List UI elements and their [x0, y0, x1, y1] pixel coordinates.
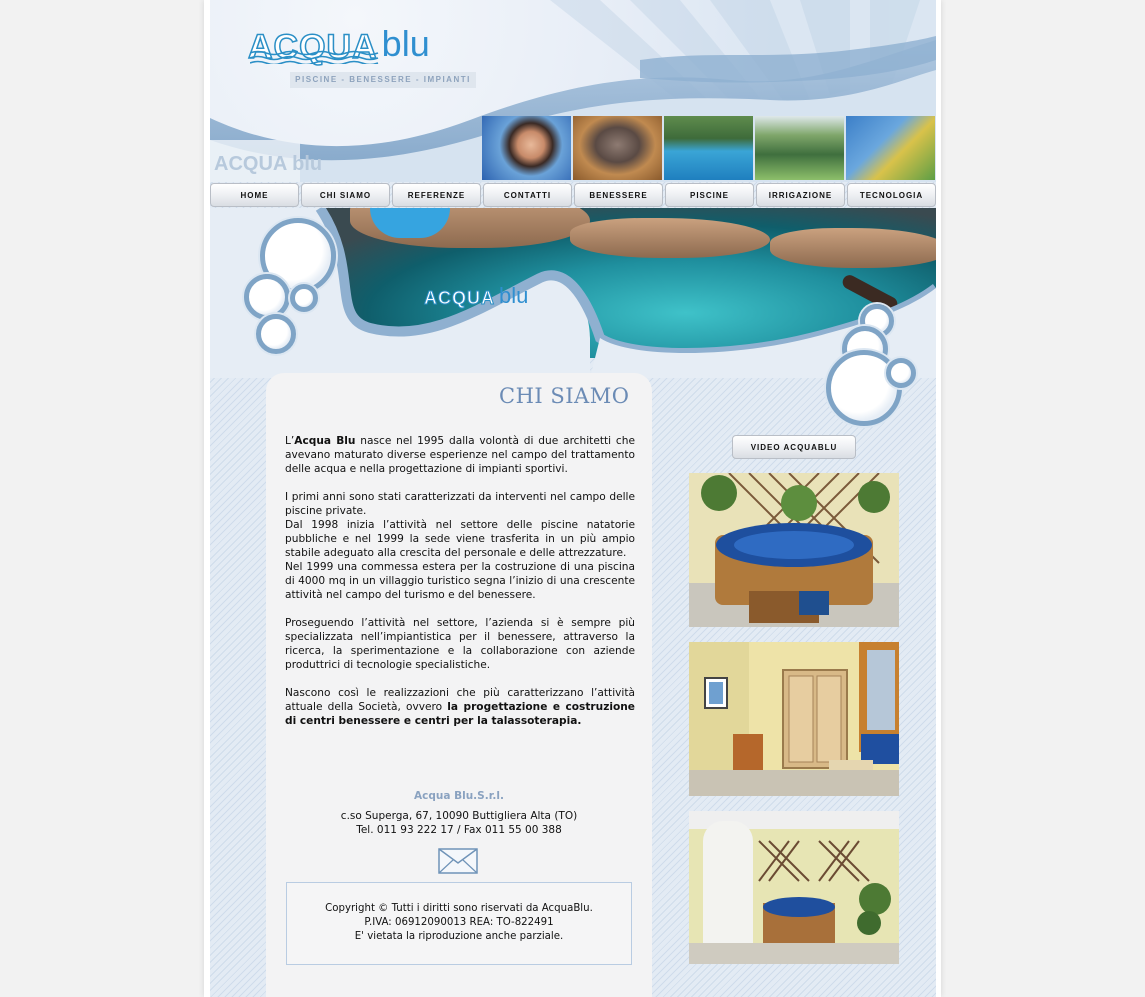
- logo-wave-lines: [250, 50, 379, 64]
- photo-hot-tub-room-image: [689, 811, 899, 964]
- thumb-irrigation-trees: [755, 116, 844, 180]
- nav-referenze[interactable]: REFERENZE: [392, 183, 481, 207]
- specialization-text: Proseguendo l’attività nel settore, l’az…: [285, 617, 635, 671]
- thumb-support-operator: [482, 116, 571, 180]
- thumb-hot-tub: [573, 116, 662, 180]
- paragraph-history: I primi anni sono stati caratterizzati d…: [285, 490, 635, 518]
- photo-sauna-image: [689, 642, 899, 796]
- copyright-line: Copyright © Tutti i diritti sono riserva…: [325, 903, 593, 914]
- banner-logo: ACQUA blu: [424, 283, 529, 309]
- photo-sauna: [689, 642, 899, 796]
- contact-info: c.so Superga, 67, 10090 Buttigliera Alta…: [266, 809, 652, 837]
- page-title: CHI SIAMO: [499, 384, 630, 408]
- bubble-decoration: [886, 358, 916, 388]
- bubble-decoration: [290, 284, 318, 312]
- paragraph-current: Nascono così le realizzazioni che più ca…: [285, 686, 635, 728]
- notice-line: E' vietata la riproduzione anche parzial…: [354, 931, 564, 942]
- company-name: Acqua Blu.S.r.l.: [414, 790, 504, 802]
- nav-piscine[interactable]: PISCINE: [665, 183, 754, 207]
- nav-benessere[interactable]: BENESSERE: [574, 183, 663, 207]
- header-thumbnails: [482, 116, 935, 180]
- banner-logo-sub: blu: [499, 283, 529, 308]
- nav-chi-siamo[interactable]: CHI SIAMO: [301, 183, 390, 207]
- phone-line: Tel. 011 93 222 17 / Fax 011 55 00 388: [356, 824, 562, 836]
- photo-hot-tub-lattice-image: [689, 473, 899, 627]
- video-acquablu-button[interactable]: VIDEO ACQUABLU: [732, 435, 856, 459]
- header: ACQUA blu ACQUA blu PISCINE - BENESSERE …: [210, 0, 936, 182]
- hero-banner: ACQUA blu: [210, 208, 936, 378]
- brand-name: Acqua Blu: [294, 435, 356, 447]
- main-nav: HOME CHI SIAMO REFERENZE CONTATTI BENESS…: [210, 183, 936, 207]
- address-line: c.so Superga, 67, 10090 Buttigliera Alta…: [340, 810, 578, 822]
- copyright-text: Copyright © Tutti i diritti sono riserva…: [286, 902, 632, 944]
- paragraph-1999: Nel 1999 una commessa estera per la cost…: [285, 560, 635, 602]
- intro-lead: L’: [285, 435, 295, 447]
- nav-irrigazione[interactable]: IRRIGAZIONE: [756, 183, 845, 207]
- photo-hot-tub-room: [689, 811, 899, 964]
- svg-text:ACQUA blu: ACQUA blu: [214, 153, 322, 175]
- banner-logo-main: ACQUA: [424, 288, 495, 309]
- nav-contatti[interactable]: CONTATTI: [483, 183, 572, 207]
- thumb-pool: [664, 116, 753, 180]
- paragraph-1998: Dal 1998 inizia l’attività nel settore d…: [285, 518, 635, 560]
- history-1999-text: Nel 1999 una commessa estera per la cost…: [285, 561, 635, 601]
- bubble-decoration: [256, 314, 296, 354]
- history-1998-text: Dal 1998 inizia l’attività nel settore d…: [285, 519, 635, 559]
- piva-line: P.IVA: 06912090013 REA: TO-822491: [364, 917, 554, 928]
- nav-home[interactable]: HOME: [210, 183, 299, 207]
- photo-hot-tub-lattice: [689, 473, 899, 627]
- tagline: PISCINE - BENESSERE - IMPIANTI: [290, 72, 476, 88]
- bubble-decoration: [244, 274, 290, 320]
- paragraph-intro: L’Acqua Blu nasce nel 1995 dalla volontà…: [285, 434, 635, 476]
- nav-tecnologia[interactable]: TECNOLOGIA: [847, 183, 936, 207]
- about-article: L’Acqua Blu nasce nel 1995 dalla volontà…: [285, 434, 635, 742]
- history-text: I primi anni sono stati caratterizzati d…: [285, 491, 635, 517]
- thumb-pool-technology: [846, 116, 935, 180]
- paragraph-specialization: Proseguendo l’attività nel settore, l’az…: [285, 616, 635, 672]
- logo-text-sub: blu: [381, 23, 430, 64]
- envelope-icon[interactable]: [438, 848, 478, 874]
